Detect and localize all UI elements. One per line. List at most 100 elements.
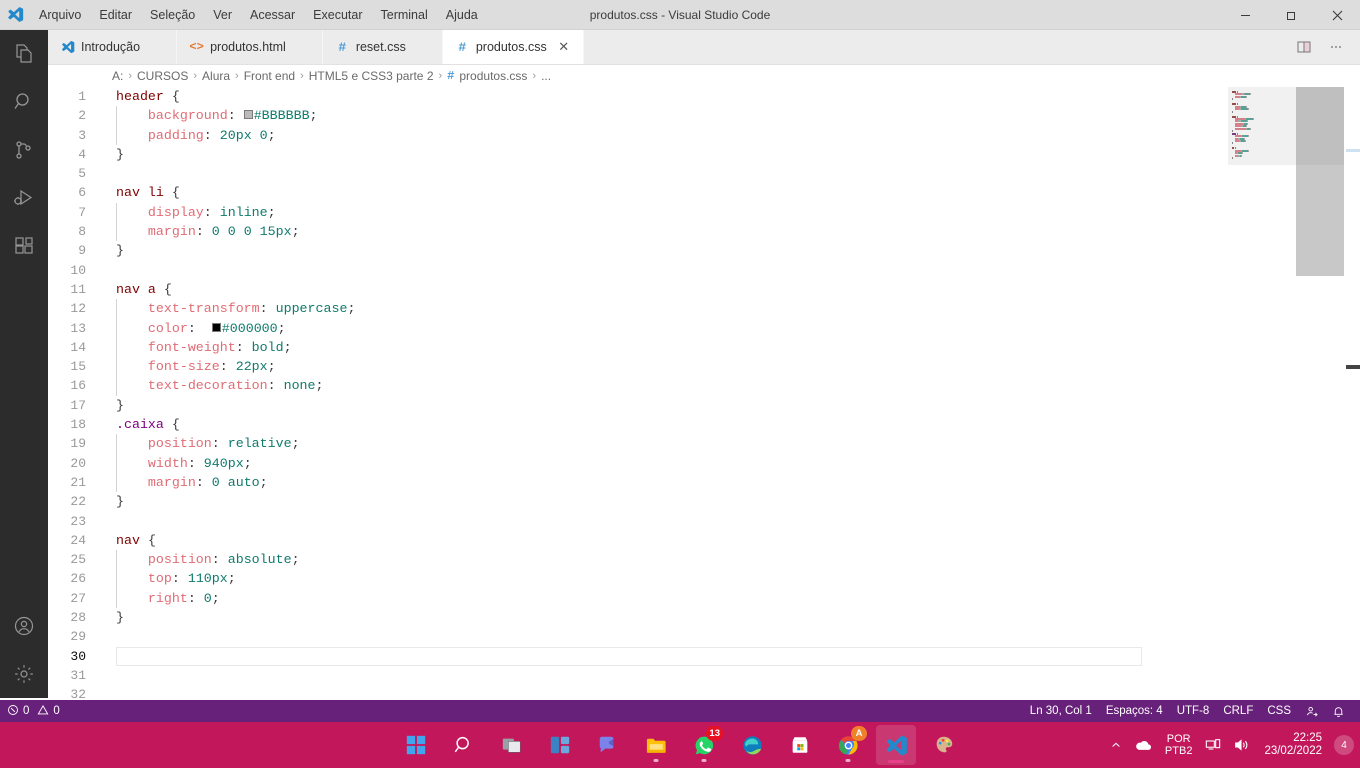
code-line[interactable]: 8 margin: 0 0 0 15px;	[48, 222, 1228, 242]
code-line[interactable]: 26 top: 110px;	[48, 569, 1228, 589]
tab-close-icon[interactable]: ✕	[557, 39, 571, 55]
status-problems[interactable]: 0 0	[0, 700, 67, 722]
code-line[interactable]: 20 width: 940px;	[48, 453, 1228, 473]
code-line[interactable]: 13 color: #000000;	[48, 318, 1228, 338]
code-line[interactable]: 30	[48, 646, 1228, 666]
code-line[interactable]: 3 padding: 20px 0;	[48, 125, 1228, 145]
activity-settings[interactable]	[0, 650, 48, 698]
taskbar-start-button[interactable]	[396, 725, 436, 765]
taskbar-task-view-icon[interactable]	[492, 725, 532, 765]
status-indentation[interactable]: Espaços: 4	[1099, 700, 1170, 722]
tab-produtos-html[interactable]: <> produtos.html ✕	[177, 30, 323, 64]
taskbar-teams-chat-icon[interactable]	[588, 725, 628, 765]
breadcrumb-item-curso[interactable]: HTML5 e CSS3 parte 2	[309, 69, 434, 83]
code-line[interactable]: 31	[48, 666, 1228, 685]
status-language-mode[interactable]: CSS	[1260, 700, 1298, 722]
code-line[interactable]: 24 nav {	[48, 531, 1228, 550]
breadcrumb-item-frontend[interactable]: Front end	[244, 69, 295, 83]
code-line[interactable]: 32	[48, 685, 1228, 698]
code-line[interactable]: 7 display: inline;	[48, 202, 1228, 223]
code-line[interactable]: 19 position: relative;	[48, 434, 1228, 454]
more-actions-ellipsis-icon[interactable]	[1322, 33, 1350, 61]
activity-run-debug[interactable]	[0, 174, 48, 222]
menu-arquivo[interactable]: Arquivo	[30, 0, 90, 30]
tray-network-icon[interactable]	[1200, 725, 1226, 765]
code-line[interactable]: 9}	[48, 241, 1228, 260]
code-line[interactable]: 21 margin: 0 auto;	[48, 472, 1228, 493]
activity-source-control[interactable]	[0, 126, 48, 174]
code-line[interactable]: 22}	[48, 492, 1228, 511]
menu-acessar[interactable]: Acessar	[241, 0, 304, 30]
status-encoding[interactable]: UTF-8	[1170, 700, 1217, 722]
code-line[interactable]: 23	[48, 512, 1228, 531]
menu-selecao[interactable]: Seleção	[141, 0, 204, 30]
tray-notification-badge[interactable]: 4	[1334, 735, 1354, 755]
activity-extensions[interactable]	[0, 222, 48, 270]
code-line[interactable]: 15 font-size: 22px;	[48, 357, 1228, 377]
status-cursor-position[interactable]: Ln 30, Col 1	[1023, 700, 1099, 722]
taskbar-file-explorer-icon[interactable]	[636, 725, 676, 765]
code-line[interactable]: 4}	[48, 145, 1228, 164]
taskbar-paint-icon[interactable]	[924, 725, 964, 765]
breadcrumb-item-symbols[interactable]: ...	[541, 69, 551, 83]
taskbar-widgets-icon[interactable]	[540, 725, 580, 765]
code-line[interactable]: 29	[48, 627, 1228, 646]
code-line[interactable]: 27 right: 0;	[48, 588, 1228, 609]
minimap[interactable]	[1228, 87, 1344, 698]
close-button[interactable]	[1314, 0, 1360, 30]
breadcrumb-item-cursos[interactable]: CURSOS	[137, 69, 188, 83]
editor[interactable]: 1 header {2 background: #BBBBBB; 3 padding…	[48, 87, 1360, 698]
split-editor-icon[interactable]	[1290, 33, 1318, 61]
code-line[interactable]: 6 nav li {	[48, 183, 1228, 202]
taskbar-vscode-icon[interactable]	[876, 725, 916, 765]
status-feedback-icon[interactable]	[1298, 700, 1325, 722]
taskbar-edge-icon[interactable]	[732, 725, 772, 765]
menu-executar[interactable]: Executar	[304, 0, 371, 30]
code-line[interactable]: 5	[48, 164, 1228, 183]
code-line[interactable]: 1 header {	[48, 87, 1228, 106]
menu-ver[interactable]: Ver	[204, 0, 241, 30]
status-notifications-bell-icon[interactable]	[1325, 700, 1352, 722]
code-line[interactable]: 2 background: #BBBBBB;	[48, 106, 1228, 126]
menu-editar[interactable]: Editar	[90, 0, 141, 30]
taskbar-whatsapp-icon[interactable]: 13	[684, 725, 724, 765]
code-line[interactable]: 17}	[48, 396, 1228, 415]
editor-scrollbar[interactable]	[1346, 87, 1360, 698]
minimap-slider[interactable]	[1228, 87, 1344, 165]
code-line[interactable]: 16 text-decoration: none;	[48, 376, 1228, 396]
color-swatch[interactable]	[243, 110, 253, 120]
color-swatch[interactable]	[211, 322, 221, 332]
breadcrumb-item-file[interactable]: produtos.css	[459, 69, 527, 83]
activity-explorer[interactable]	[0, 30, 48, 78]
tray-volume-icon[interactable]	[1228, 725, 1254, 765]
code-line[interactable]: 18 .caixa {	[48, 415, 1228, 434]
code-line[interactable]: 25 position: absolute;	[48, 550, 1228, 570]
taskbar-microsoft-store-icon[interactable]	[780, 725, 820, 765]
code-line[interactable]: 10	[48, 261, 1228, 280]
taskbar-search-icon[interactable]	[444, 725, 484, 765]
tray-language-indicator[interactable]: POR PTB2	[1159, 733, 1199, 757]
maximize-button[interactable]	[1268, 0, 1314, 30]
code-lines[interactable]: 1 header {2 background: #BBBBBB; 3 padding…	[48, 87, 1228, 698]
system-tray: POR PTB2 22:25 23/02/2022 4	[1105, 722, 1360, 768]
tray-clock[interactable]: 22:25 23/02/2022	[1256, 732, 1330, 758]
tab-produtos-css[interactable]: # produtos.css ✕	[442, 30, 584, 64]
status-eol[interactable]: CRLF	[1216, 700, 1260, 722]
breadcrumb-item-drive[interactable]: A:	[112, 69, 123, 83]
code-line[interactable]: 11 nav a {	[48, 280, 1228, 299]
code-line[interactable]: 12 text-transform: uppercase;	[48, 299, 1228, 319]
minimize-button[interactable]	[1222, 0, 1268, 30]
code-line[interactable]: 28}	[48, 608, 1228, 627]
activity-search[interactable]	[0, 78, 48, 126]
tray-onedrive-cloud-icon[interactable]	[1129, 725, 1157, 765]
menu-terminal[interactable]: Terminal	[372, 0, 437, 30]
code-line[interactable]: 14 font-weight: bold;	[48, 337, 1228, 358]
tray-chevron-up-icon[interactable]	[1105, 725, 1127, 765]
tab-introducao[interactable]: Introdução ✕	[48, 30, 178, 64]
code-token: {	[171, 417, 180, 433]
menu-ajuda[interactable]: Ajuda	[437, 0, 487, 30]
activity-accounts[interactable]	[0, 602, 48, 650]
tab-reset-css[interactable]: # reset.css ✕	[322, 30, 443, 64]
taskbar-chrome-icon[interactable]: A	[828, 725, 868, 765]
breadcrumb-item-alura[interactable]: Alura	[202, 69, 230, 83]
